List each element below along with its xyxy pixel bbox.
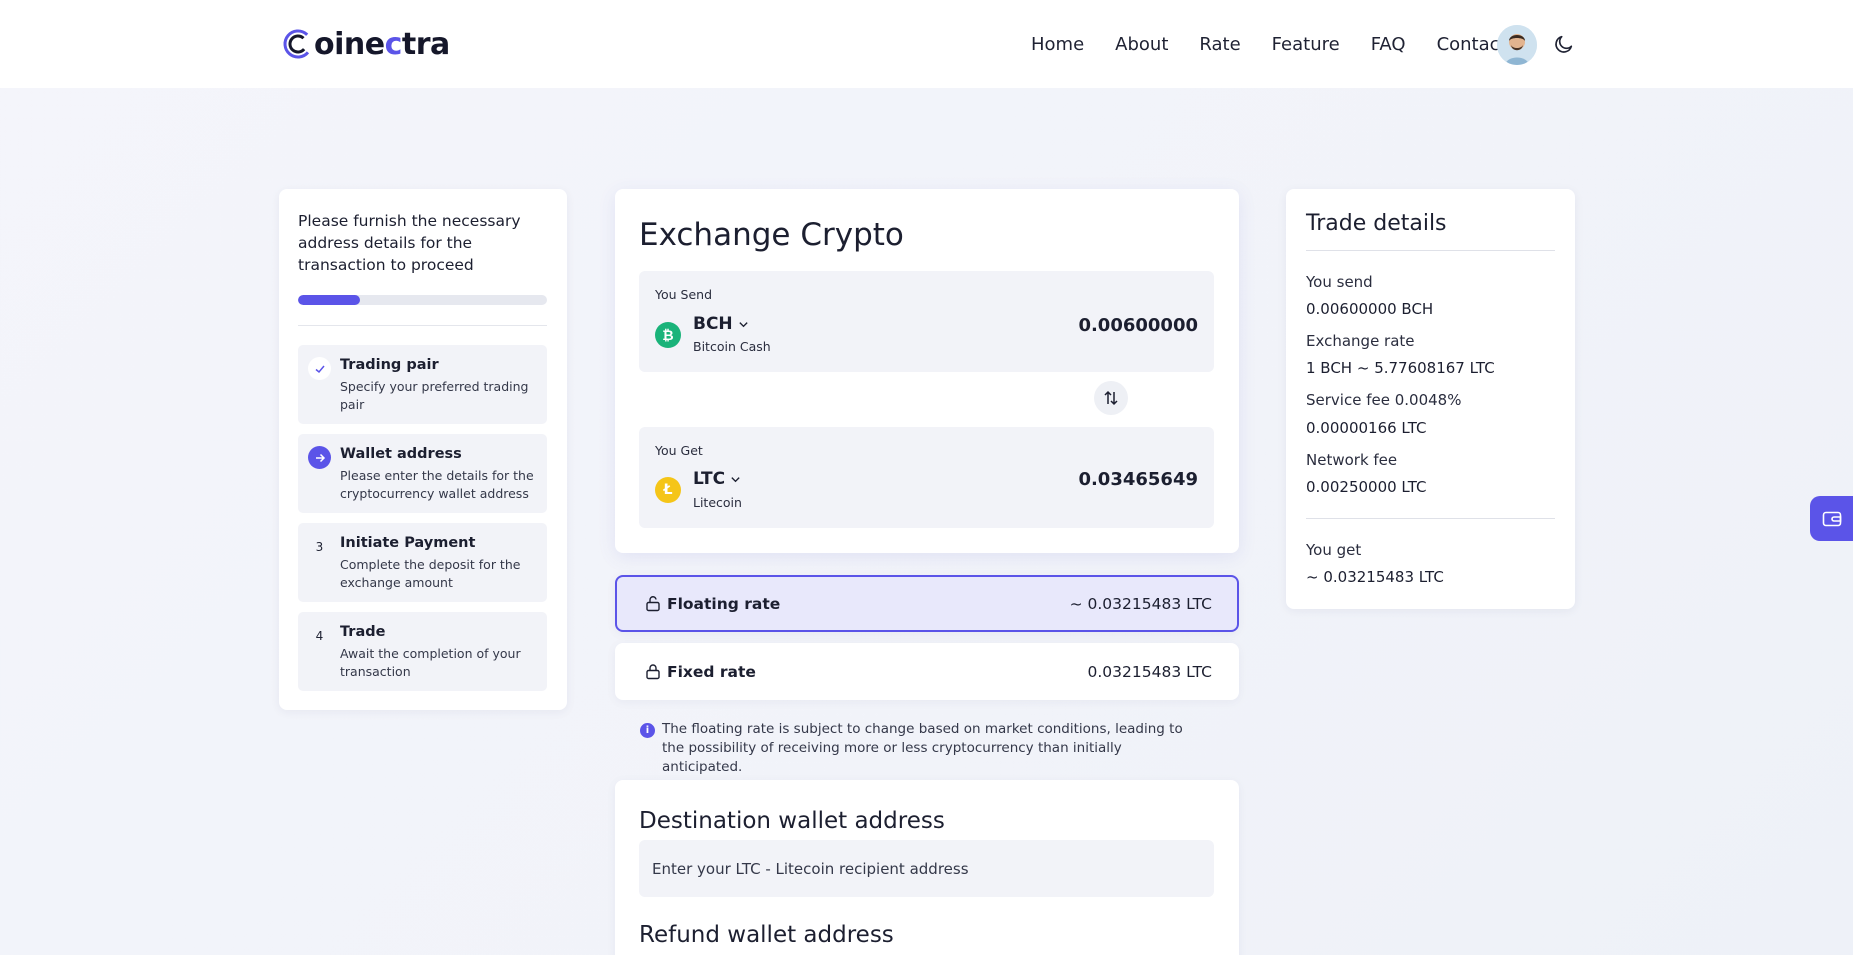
floating-rate-text: Floating rate: [667, 594, 781, 613]
step-initiate-payment[interactable]: 3 Initiate Payment Complete the deposit …: [298, 523, 547, 602]
litecoin-icon: Ł: [655, 477, 681, 503]
nav-rate[interactable]: Rate: [1199, 34, 1240, 55]
fixed-rate-label: Fixed rate: [645, 643, 756, 700]
send-coin-name: Bitcoin Cash: [693, 339, 771, 354]
wallet-fab-button[interactable]: [1810, 496, 1853, 541]
step-desc: Please enter the details for the cryptoc…: [340, 468, 534, 501]
user-avatar[interactable]: [1497, 25, 1537, 65]
trade-rate-label: Exchange rate: [1306, 332, 1415, 350]
main-nav: Home About Rate Feature FAQ Contact: [1031, 26, 1538, 62]
get-box: You Get Ł LTC Litecoin 0.03465649: [639, 427, 1214, 528]
trade-network-fee-label: Network fee: [1306, 451, 1398, 469]
rate-info-note: i The floating rate is subject to change…: [640, 720, 1200, 777]
logo-text-accent: c: [384, 26, 403, 62]
chevron-down-icon: [731, 476, 740, 482]
coinectra-logo-icon: [283, 29, 313, 59]
steps-card: Please furnish the necessary address det…: [279, 189, 567, 710]
floating-rate-value: ~ 0.03215483 LTC: [1069, 594, 1212, 613]
step-wallet-address[interactable]: Wallet address Please enter the details …: [298, 434, 547, 513]
chevron-down-icon: [739, 321, 748, 327]
step-trade[interactable]: 4 Trade Await the completion of your tra…: [298, 612, 547, 691]
arrow-right-icon: [308, 446, 331, 469]
step-number: 3: [315, 539, 324, 554]
steps-progress-fill: [298, 295, 361, 305]
fixed-rate-text: Fixed rate: [667, 662, 756, 681]
trade-you-send-label: You send: [1306, 273, 1373, 291]
send-amount-input[interactable]: 0.00600000: [1078, 315, 1198, 336]
send-label: You Send: [655, 287, 713, 302]
trade-title: Trade details: [1306, 211, 1447, 236]
wallet-icon: [1822, 511, 1841, 526]
swap-button[interactable]: [1094, 381, 1128, 415]
step-title: Initiate Payment: [340, 535, 476, 551]
header: oin e c tra Home About Rate Feature FAQ Con…: [0, 0, 1853, 88]
dark-mode-moon-icon[interactable]: [1553, 33, 1575, 55]
step-desc: Specify your preferred trading pair: [340, 379, 529, 412]
bitcoin-cash-icon: ₿: [655, 322, 681, 348]
send-currency-select[interactable]: BCH: [693, 314, 749, 334]
trade-you-get-value: ~ 0.03215483 LTC: [1306, 568, 1444, 586]
steps-title: Please furnish the necessary address det…: [298, 212, 521, 274]
step-trading-pair[interactable]: Trading pair Specify your preferred trad…: [298, 345, 547, 424]
trade-service-fee-value: 0.00000166 LTC: [1306, 419, 1427, 437]
destination-card: Destination wallet address Refund wallet…: [615, 780, 1239, 955]
send-box: You Send ₿ BCH Bitcoin Cash 0.00600000: [639, 271, 1214, 372]
unlock-icon: [646, 596, 660, 612]
destination-address-input[interactable]: [639, 840, 1214, 897]
trade-service-fee-label: Service fee 0.0048%: [1306, 391, 1462, 409]
get-ticker: LTC: [693, 469, 726, 489]
floating-rate-option[interactable]: Floating rate ~ 0.03215483 LTC: [615, 575, 1239, 632]
rate-info-text: The floating rate is subject to change b…: [662, 721, 1183, 775]
destination-title: Destination wallet address: [639, 808, 945, 834]
divider: [298, 325, 547, 326]
get-currency-select[interactable]: LTC: [693, 469, 741, 489]
lock-icon: [646, 664, 660, 680]
get-label: You Get: [655, 443, 703, 458]
logo-text-end: tra: [401, 26, 450, 62]
step-title: Trading pair: [340, 357, 439, 373]
floating-rate-label: Floating rate: [645, 577, 780, 630]
logo-text-start: oin: [314, 26, 365, 62]
nav-faq[interactable]: FAQ: [1371, 34, 1406, 55]
trade-details-card: Trade details You send 0.00600000 BCH Ex…: [1286, 189, 1575, 609]
trade-you-get-label: You get: [1306, 541, 1362, 559]
send-ticker: BCH: [693, 314, 733, 334]
get-coin-name: Litecoin: [693, 495, 742, 510]
logo[interactable]: oin e c tra: [282, 24, 450, 64]
step-title: Wallet address: [340, 446, 462, 462]
nav-feature[interactable]: Feature: [1272, 34, 1340, 55]
info-icon: i: [640, 723, 655, 738]
trade-you-send-value: 0.00600000 BCH: [1306, 300, 1434, 318]
steps-progress-bar: [298, 295, 547, 305]
fixed-rate-option[interactable]: Fixed rate 0.03215483 LTC: [615, 643, 1239, 700]
get-amount-output: 0.03465649: [1078, 469, 1198, 490]
step-desc: Await the completion of your transaction: [340, 646, 521, 679]
exchange-title: Exchange Crypto: [639, 217, 904, 253]
trade-rate-value: 1 BCH ~ 5.77608167 LTC: [1306, 359, 1495, 377]
swap-arrows-icon: [1104, 390, 1118, 406]
step-title: Trade: [340, 624, 386, 640]
fixed-rate-value: 0.03215483 LTC: [1087, 662, 1213, 681]
avatar-image: [1497, 25, 1537, 65]
logo-text-mid: e: [364, 26, 385, 62]
step-number: 4: [315, 628, 324, 643]
refund-title: Refund wallet address: [639, 922, 894, 948]
exchange-card: Exchange Crypto You Send ₿ BCH Bitcoin C…: [615, 189, 1239, 553]
nav-about[interactable]: About: [1115, 34, 1168, 55]
divider: [1306, 518, 1555, 519]
check-icon: [308, 357, 331, 380]
trade-network-fee-value: 0.00250000 LTC: [1306, 478, 1427, 496]
divider: [1306, 250, 1555, 251]
step-desc: Complete the deposit for the exchange am…: [340, 557, 521, 590]
nav-home[interactable]: Home: [1031, 34, 1084, 55]
